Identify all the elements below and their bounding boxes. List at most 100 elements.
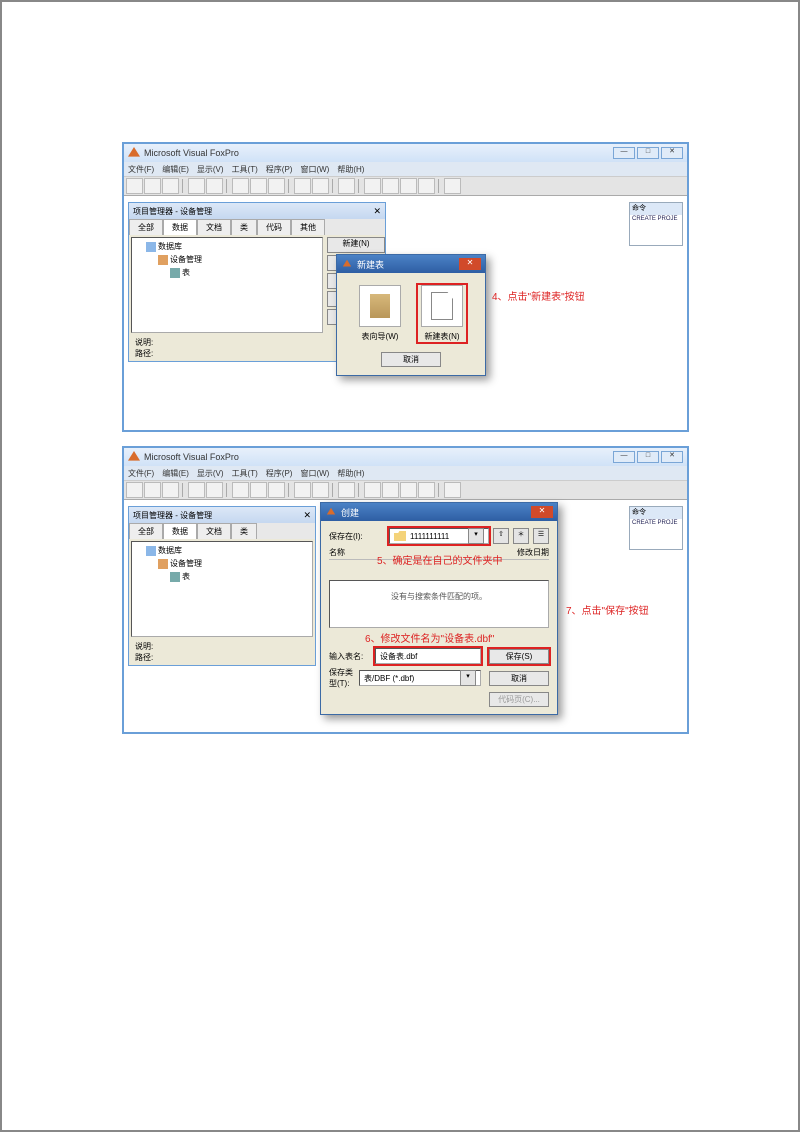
- menu-item[interactable]: 工具(T): [232, 468, 258, 479]
- app-title: Microsoft Visual FoxPro: [144, 452, 239, 462]
- save-in-label: 保存在(I):: [329, 531, 385, 542]
- app-menubar: 文件(F) 编辑(E) 显示(V) 工具(T) 程序(P) 窗口(W) 帮助(H…: [124, 466, 687, 480]
- tab-all[interactable]: 全部: [129, 523, 163, 539]
- toolbar-save-icon[interactable]: [162, 178, 179, 194]
- command-body[interactable]: CREATE PROJE: [630, 215, 682, 223]
- menu-item[interactable]: 程序(P): [266, 164, 293, 175]
- toolbar-report-icon[interactable]: [400, 482, 417, 498]
- toolbar-print-icon[interactable]: [188, 482, 205, 498]
- codepage-button[interactable]: 代码页(C)...: [489, 692, 549, 707]
- toolbar-copy-icon[interactable]: [250, 178, 267, 194]
- minimize-button[interactable]: —: [613, 147, 635, 159]
- dialog-close-icon[interactable]: ✕: [531, 506, 553, 518]
- pm-tree[interactable]: 数据库 设备管理 表: [131, 541, 313, 637]
- filetype-combo[interactable]: 表/DBF (*.dbf) ▾: [359, 670, 481, 686]
- chevron-down-icon[interactable]: ▾: [468, 528, 484, 544]
- pm-path-label: 路径:: [135, 652, 309, 663]
- toolbar-class-icon[interactable]: [418, 178, 435, 194]
- menu-item[interactable]: 编辑(E): [162, 164, 189, 175]
- maximize-button[interactable]: □: [637, 147, 659, 159]
- pm-close-icon[interactable]: ✕: [303, 510, 311, 521]
- tab-data[interactable]: 数据: [163, 219, 197, 235]
- toolbar-new-icon[interactable]: [126, 178, 143, 194]
- minimize-button[interactable]: —: [613, 451, 635, 463]
- tab-class[interactable]: 类: [231, 219, 257, 235]
- toolbar-undo-icon[interactable]: [294, 178, 311, 194]
- tab-code[interactable]: 代码: [257, 219, 291, 235]
- toolbar-help-icon[interactable]: [444, 482, 461, 498]
- toolbar-cut-icon[interactable]: [232, 482, 249, 498]
- toolbar-preview-icon[interactable]: [206, 178, 223, 194]
- dialog-title: 创建: [341, 506, 359, 519]
- toolbar-redo-icon[interactable]: [312, 482, 329, 498]
- new-folder-icon[interactable]: ＊: [513, 528, 529, 544]
- toolbar-copy-icon[interactable]: [250, 482, 267, 498]
- close-button[interactable]: ✕: [661, 451, 683, 463]
- table-wizard-choice[interactable]: 表向导(W): [356, 285, 404, 342]
- chevron-down-icon[interactable]: ▾: [460, 670, 476, 686]
- menu-item[interactable]: 文件(F): [128, 468, 154, 479]
- toolbar-paste-icon[interactable]: [268, 178, 285, 194]
- project-manager-title: 项目管理器 - 设备管理 ✕: [129, 203, 385, 219]
- toolbar-form-icon[interactable]: [382, 482, 399, 498]
- db-child-icon: [158, 559, 168, 569]
- file-list-empty: 没有与搜索条件匹配的项。: [329, 580, 549, 628]
- tab-other[interactable]: 其他: [291, 219, 325, 235]
- view-icon[interactable]: ☰: [533, 528, 549, 544]
- database-icon: [146, 242, 156, 252]
- toolbar-report-icon[interactable]: [400, 178, 417, 194]
- menu-item[interactable]: 显示(V): [197, 164, 224, 175]
- toolbar-help-icon[interactable]: [444, 178, 461, 194]
- toolbar-form-icon[interactable]: [382, 178, 399, 194]
- up-folder-icon[interactable]: ⇧: [493, 528, 509, 544]
- toolbar-undo-icon[interactable]: [294, 482, 311, 498]
- workspace: 项目管理器 - 设备管理 ✕ 全部 数据 文档 类 数据库 设备管理 表 说明:…: [124, 500, 687, 734]
- cancel-button[interactable]: 取消: [489, 671, 549, 686]
- toolbar-redo-icon[interactable]: [312, 178, 329, 194]
- menu-item[interactable]: 窗口(W): [300, 468, 329, 479]
- menu-item[interactable]: 帮助(H): [337, 468, 364, 479]
- cancel-button[interactable]: 取消: [381, 352, 441, 367]
- tab-all[interactable]: 全部: [129, 219, 163, 235]
- pm-close-icon[interactable]: ✕: [373, 206, 381, 217]
- menu-item[interactable]: 程序(P): [266, 468, 293, 479]
- pm-tree[interactable]: 数据库 设备管理 表: [131, 237, 323, 333]
- tab-docs[interactable]: 文档: [197, 523, 231, 539]
- tab-docs[interactable]: 文档: [197, 219, 231, 235]
- table-icon: [170, 572, 180, 582]
- maximize-button[interactable]: □: [637, 451, 659, 463]
- command-body[interactable]: CREATE PROJE: [630, 519, 682, 527]
- toolbar-paste-icon[interactable]: [268, 482, 285, 498]
- save-button[interactable]: 保存(S): [489, 649, 549, 664]
- toolbar-print-icon[interactable]: [188, 178, 205, 194]
- dialog-close-icon[interactable]: ✕: [459, 258, 481, 270]
- toolbar-class-icon[interactable]: [418, 482, 435, 498]
- menu-item[interactable]: 窗口(W): [300, 164, 329, 175]
- tab-class[interactable]: 类: [231, 523, 257, 539]
- toolbar-db-icon[interactable]: [364, 178, 381, 194]
- menu-item[interactable]: 显示(V): [197, 468, 224, 479]
- annotation-7: 7、点击"保存"按钮: [566, 602, 649, 617]
- toolbar-run-icon[interactable]: [338, 482, 355, 498]
- tab-data[interactable]: 数据: [163, 523, 197, 539]
- new-table-choice[interactable]: 新建表(N): [418, 285, 466, 342]
- save-in-combo[interactable]: 1111111111 ▾: [389, 528, 489, 544]
- toolbar-open-icon[interactable]: [144, 178, 161, 194]
- toolbar-save-icon[interactable]: [162, 482, 179, 498]
- toolbar-cut-icon[interactable]: [232, 178, 249, 194]
- menu-item[interactable]: 帮助(H): [337, 164, 364, 175]
- toolbar-db-icon[interactable]: [364, 482, 381, 498]
- pm-new-button[interactable]: 新建(N): [327, 237, 385, 253]
- menu-item[interactable]: 工具(T): [232, 164, 258, 175]
- new-table-icon: [421, 285, 463, 327]
- menu-item[interactable]: 文件(F): [128, 164, 154, 175]
- filename-input[interactable]: 设备表.dbf: [375, 648, 481, 664]
- toolbar-preview-icon[interactable]: [206, 482, 223, 498]
- close-button[interactable]: ✕: [661, 147, 683, 159]
- command-window: 命令 CREATE PROJE: [629, 202, 683, 246]
- toolbar-open-icon[interactable]: [144, 482, 161, 498]
- db-child-icon: [158, 255, 168, 265]
- toolbar-new-icon[interactable]: [126, 482, 143, 498]
- toolbar-run-icon[interactable]: [338, 178, 355, 194]
- menu-item[interactable]: 编辑(E): [162, 468, 189, 479]
